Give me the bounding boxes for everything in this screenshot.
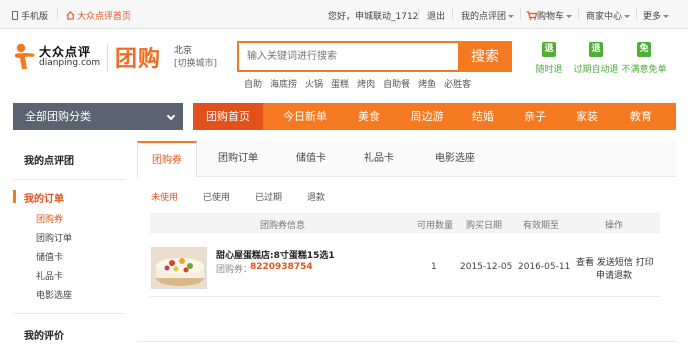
column-header: 可用数量 [417, 221, 454, 231]
chevron-down-icon [566, 15, 573, 18]
purchase-date: 2015-12-05 [460, 262, 513, 272]
tab-group-orders[interactable]: 团购订单 [205, 141, 271, 177]
hot-keyword[interactable]: 海底捞 [270, 80, 297, 90]
mobile-icon [12, 11, 18, 20]
table-row: 甜心屋蛋糕店:8寸蛋糕15选1 团购券： 8220938754 1 2015-1… [150, 235, 660, 297]
refund-badge-icon: 退 [542, 42, 556, 57]
filter-expired[interactable]: 已过期 [255, 190, 282, 203]
table-header: 团购券信息 可用数量 购买日期 有效期至 操作 [150, 213, 660, 233]
refund-badge-icon: 退 [589, 42, 603, 57]
chevron-down-icon [508, 15, 515, 18]
nav-item-kids[interactable]: 亲子 [511, 103, 559, 130]
search-box [237, 41, 459, 72]
available-quantity: 1 [431, 262, 437, 272]
nav-item-education[interactable]: 教育 [617, 103, 665, 130]
chevron-down-icon [166, 111, 176, 121]
sidebar-item-gift-card[interactable]: 礼品卡 [36, 269, 63, 282]
hot-keywords: 自助 海底捞 火锅 蛋糕 烤肉 自助餐 烤鱼 必胜客 [244, 77, 479, 90]
logo-mark-icon [15, 43, 35, 69]
sidebar-item-stored-value-card[interactable]: 储值卡 [36, 250, 63, 263]
column-header: 操作 [605, 221, 624, 231]
tab-movie-seats[interactable]: 电影选座 [423, 141, 487, 177]
column-header: 购买日期 [466, 221, 503, 231]
sidebar-my-orders[interactable]: 我的订单 [24, 190, 64, 205]
sidebar-divider [13, 179, 125, 180]
dianping-home-link[interactable]: 大众点评首页 [66, 9, 131, 22]
sidebar-divider [13, 313, 125, 314]
home-icon [66, 11, 75, 20]
filter-refund[interactable]: 退款 [307, 190, 325, 203]
nav-item-wedding[interactable]: 结婚 [459, 103, 507, 130]
hot-keyword[interactable]: 蛋糕 [331, 80, 349, 90]
nav-item-travel[interactable]: 周边游 [399, 103, 455, 130]
nav-item-home[interactable]: 团购首页 [193, 103, 263, 130]
service-free-if-unsatisfied[interactable]: 免 不满意免单 [614, 42, 674, 75]
hot-keyword[interactable]: 自助餐 [383, 80, 410, 90]
my-dianping-menu[interactable]: 我的点评团 [461, 9, 515, 22]
sidebar-my-group[interactable]: 我的点评团 [24, 152, 74, 167]
main-nav: 团购首页 今日新单 美食 周边游 结婚 亲子 家装 教育 [193, 103, 676, 130]
filter-used[interactable]: 已使用 [203, 190, 230, 203]
sidebar-active-marker [13, 190, 16, 203]
deal-title-link[interactable]: 甜心屋蛋糕店:8寸蛋糕15选1 [216, 248, 335, 261]
cart-icon [526, 11, 538, 20]
mobile-version-link[interactable]: 手机版 [12, 9, 48, 22]
switch-city-link[interactable]: [切换城市] [174, 56, 217, 69]
search-input[interactable] [239, 43, 459, 70]
column-header: 团购券信息 [260, 221, 306, 231]
coupon-code: 8220938754 [250, 262, 313, 272]
sidebar-item-movie-seats[interactable]: 电影选座 [36, 288, 72, 301]
divider [520, 8, 521, 20]
expiry-date: 2016-05-11 [518, 262, 571, 272]
sidebar-my-reviews[interactable]: 我的评价 [24, 327, 64, 342]
top-bar: 手机版 大众点评首页 您好，申城联动_1712 退出 我的点评团 购物车 商家中… [0, 0, 688, 29]
cake-image [152, 248, 206, 288]
free-badge-icon: 免 [637, 42, 651, 57]
filter-unused[interactable]: 未使用 [151, 190, 178, 203]
tab-stored-value-card[interactable]: 储值卡 [283, 141, 339, 177]
tab-gift-card[interactable]: 礼品卡 [351, 141, 407, 177]
cart-menu[interactable]: 购物车 [526, 9, 573, 22]
nav-item-food[interactable]: 美食 [345, 103, 393, 130]
row-actions: 查看 发送短信 打印 申请退款 [576, 255, 654, 281]
logout-link[interactable]: 退出 [427, 9, 445, 22]
hot-keyword[interactable]: 烤鱼 [418, 80, 436, 90]
nav-item-home-decor[interactable]: 家装 [563, 103, 611, 130]
sidebar-item-group-orders[interactable]: 团购订单 [36, 231, 72, 244]
all-categories-dropdown[interactable]: 全部团购分类 [13, 103, 183, 130]
hot-keyword[interactable]: 自助 [244, 80, 262, 90]
column-header: 有效期至 [523, 221, 560, 231]
more-menu[interactable]: 更多 [643, 9, 670, 22]
divider [418, 8, 419, 20]
sidebar-item-coupons[interactable]: 团购券 [36, 212, 63, 225]
welcome-text: 您好，申城联动_1712 [328, 12, 419, 22]
divider [636, 8, 637, 20]
content-divider [137, 341, 676, 342]
merchant-center-menu[interactable]: 商家中心 [586, 9, 631, 22]
order-tabs: 团购券 团购订单 储值卡 礼品卡 电影选座 [137, 141, 676, 178]
nav-item-new[interactable]: 今日新单 [273, 103, 337, 130]
chevron-down-icon [663, 15, 670, 18]
divider [452, 8, 453, 20]
hot-keyword[interactable]: 必胜客 [444, 80, 471, 90]
hot-keyword[interactable]: 火锅 [305, 80, 323, 90]
hot-keyword[interactable]: 烤肉 [357, 80, 375, 90]
deal-thumbnail[interactable] [151, 247, 207, 289]
logo-divider [107, 44, 108, 72]
chevron-down-icon [624, 15, 631, 18]
coupon-code-label: 团购券： [216, 265, 253, 275]
divider [57, 8, 58, 20]
view-sms-print-actions[interactable]: 查看 发送短信 打印 [576, 255, 654, 268]
tab-coupons[interactable]: 团购券 [137, 141, 197, 178]
divider [578, 8, 579, 20]
dianping-logo[interactable]: 大众点评 dianping.com [13, 42, 103, 72]
search-button[interactable]: 搜索 [458, 41, 512, 72]
request-refund-link[interactable]: 申请退款 [576, 268, 652, 281]
tuangou-brand: 团购 [115, 47, 162, 72]
current-city: 北京 [174, 46, 193, 56]
